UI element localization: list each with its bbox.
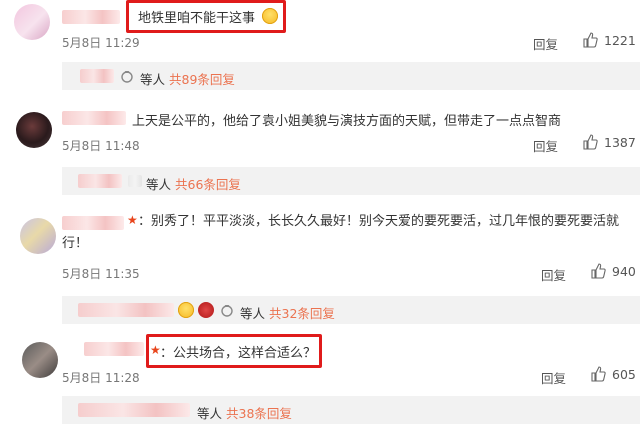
like-count: 940 bbox=[612, 263, 636, 279]
sub-badge-blurred bbox=[128, 175, 142, 187]
user-avatar[interactable] bbox=[14, 4, 50, 40]
reply-button[interactable]: 回复 bbox=[533, 136, 558, 155]
comment-3: ★ ：别秀了！平平淡淡，长长久久最好！别今天爱的要死要活，过几年恨的要死要活就行… bbox=[0, 208, 640, 330]
comment-date: 5月8日 11:28 bbox=[62, 371, 140, 385]
sub-reply-bar[interactable]: 等人 共38条回复 bbox=[62, 396, 640, 424]
username-blurred[interactable] bbox=[62, 111, 126, 125]
username-blurred[interactable] bbox=[84, 342, 144, 356]
like-count: 605 bbox=[612, 366, 636, 382]
thumbs-up-icon bbox=[583, 134, 598, 150]
sub-reply-count-link[interactable]: 共89条回复 bbox=[169, 69, 235, 88]
like-count: 1387 bbox=[604, 134, 636, 150]
comment-text: ：公共场合，这样合适么？ bbox=[160, 346, 317, 361]
sub-reply-bar[interactable]: 等人 共32条回复 bbox=[62, 296, 640, 324]
sub-reply-count-link[interactable]: 共38条回复 bbox=[226, 403, 292, 422]
sub-reply-count-link[interactable]: 共66条回复 bbox=[175, 174, 241, 193]
sub-username-blurred bbox=[78, 403, 190, 417]
username-blurred[interactable] bbox=[62, 10, 120, 24]
sub-reply-suffix: 等人 bbox=[140, 72, 166, 87]
sub-reply-bar[interactable]: 等人 共89条回复 bbox=[62, 62, 640, 90]
badge-ring-icon bbox=[221, 305, 233, 317]
reply-button[interactable]: 回复 bbox=[541, 265, 566, 284]
grin-emoji-icon bbox=[178, 302, 194, 318]
comment-date: 5月8日 11:29 bbox=[62, 36, 140, 50]
sub-reply-suffix: 等人 bbox=[240, 306, 266, 321]
comment-date: 5月8日 11:48 bbox=[62, 139, 140, 153]
comment-date: 5月8日 11:35 bbox=[62, 267, 140, 281]
badge-ring-icon bbox=[121, 71, 133, 83]
sub-reply-suffix: 等人 bbox=[146, 177, 172, 192]
comment-2: 上天是公平的，他给了袁小姐美貌与演技方面的天赋，但带走了一点点智商 5月8日 1… bbox=[0, 100, 640, 200]
like-count: 1221 bbox=[604, 32, 636, 48]
like-button[interactable]: 940 bbox=[590, 263, 636, 279]
red-badge-icon bbox=[198, 302, 214, 318]
thumbs-up-icon bbox=[583, 32, 598, 48]
thumbs-up-icon bbox=[591, 263, 606, 279]
user-avatar[interactable] bbox=[16, 112, 52, 148]
sub-reply-bar[interactable]: 等人 共66条回复 bbox=[62, 167, 640, 195]
comment-text: ：别秀了！平平淡淡，长长久久最好！别今天爱的要死要活，过几年恨的要死要活就行！ bbox=[62, 214, 620, 251]
reply-button[interactable]: 回复 bbox=[533, 34, 558, 53]
thumbs-up-icon bbox=[591, 366, 606, 382]
comment-text: 上天是公平的，他给了袁小姐美貌与演技方面的天赋，但带走了一点点智商 bbox=[132, 114, 562, 129]
sub-reply-count-link[interactable]: 共32条回复 bbox=[269, 303, 335, 322]
like-button[interactable]: 605 bbox=[590, 366, 636, 382]
comment-1: 地铁里咱不能干这事 5月8日 11:29 回复 1221 等人 共89条回复 bbox=[0, 0, 640, 92]
user-avatar[interactable] bbox=[22, 342, 58, 378]
sub-username-blurred bbox=[80, 69, 114, 83]
grin-emoji-icon bbox=[262, 8, 278, 24]
reply-button[interactable]: 回复 bbox=[541, 368, 566, 387]
like-button[interactable]: 1221 bbox=[582, 32, 636, 48]
sub-username-blurred bbox=[78, 174, 122, 188]
sub-username-blurred bbox=[78, 303, 174, 317]
user-avatar[interactable] bbox=[20, 218, 56, 254]
comment-4: ★ ：公共场合，这样合适么？ 5月8日 11:28 回复 605 等人 共38条… bbox=[0, 334, 640, 431]
comment-text: 地铁里咱不能干这事 bbox=[138, 11, 256, 26]
like-button[interactable]: 1387 bbox=[582, 134, 636, 150]
sub-reply-suffix: 等人 bbox=[197, 406, 223, 421]
